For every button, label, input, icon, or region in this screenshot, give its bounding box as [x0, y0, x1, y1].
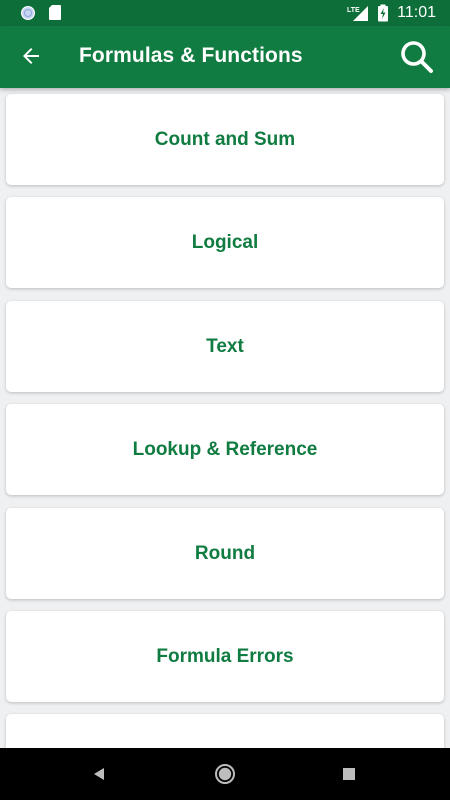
category-label: Logical — [191, 231, 259, 253]
category-card-text[interactable]: Text — [6, 301, 444, 392]
category-label: Formula Errors — [156, 645, 294, 667]
page-title: Formulas & Functions — [79, 44, 303, 67]
category-label: Lookup & Reference — [132, 438, 318, 460]
recents-square-icon — [343, 768, 355, 780]
category-card-count-and-sum[interactable]: Count and Sum — [6, 94, 444, 185]
search-icon — [401, 41, 433, 73]
back-button[interactable] — [8, 33, 54, 79]
sd-card-icon — [48, 4, 62, 21]
screen: LTE 11:01 Formulas & Functions Count and… — [0, 0, 450, 800]
arrow-left-icon — [23, 48, 39, 64]
category-card-formula-errors[interactable]: Formula Errors — [6, 611, 444, 702]
category-card-partial[interactable] — [6, 714, 444, 748]
app-bar: Formulas & Functions — [0, 26, 450, 88]
circle-notification-icon — [20, 5, 36, 21]
nav-recents-button[interactable] — [332, 757, 366, 791]
signal-icon: LTE — [347, 4, 369, 22]
status-bar: LTE 11:01 — [0, 0, 450, 26]
category-card-logical[interactable]: Logical — [6, 197, 444, 288]
nav-home-button[interactable] — [208, 757, 242, 791]
system-nav-bar — [0, 748, 450, 800]
back-triangle-icon — [94, 768, 104, 780]
status-time: 11:01 — [397, 4, 436, 21]
network-type-label: LTE — [347, 7, 360, 14]
category-label: Text — [206, 335, 244, 357]
category-label: Count and Sum — [154, 128, 296, 150]
category-label: Round — [194, 542, 256, 564]
status-left — [20, 4, 62, 21]
status-right: LTE 11:01 — [347, 3, 436, 23]
home-circle-icon — [215, 764, 235, 784]
category-card-round[interactable]: Round — [6, 508, 444, 599]
battery-charging-icon — [377, 4, 389, 22]
nav-back-button[interactable] — [82, 757, 116, 791]
category-card-lookup-reference[interactable]: Lookup & Reference — [6, 404, 444, 495]
category-list: Count and Sum Logical Text Lookup & Refe… — [0, 88, 450, 748]
search-button[interactable] — [394, 34, 440, 80]
